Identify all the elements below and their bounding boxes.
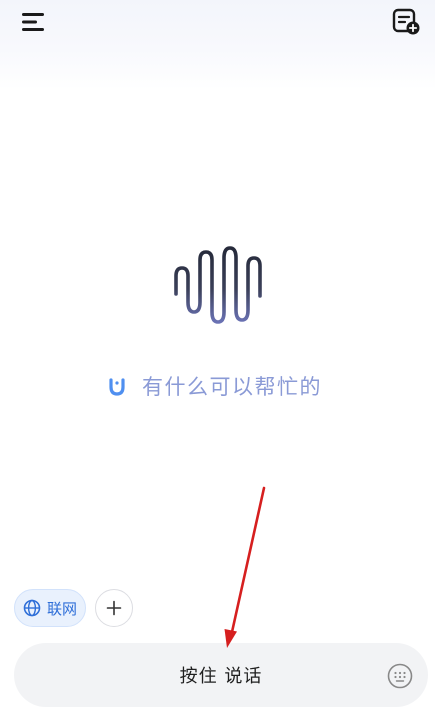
menu-button[interactable] [14,6,54,38]
web-search-chip[interactable]: 联网 [14,589,86,627]
keyboard-toggle-button[interactable] [386,662,414,690]
keyboard-icon [387,663,413,689]
prompt-row: 有什么可以帮忙的 [104,368,364,404]
plus-icon [106,600,122,616]
globe-icon [23,599,41,617]
new-chat-button[interactable] [386,4,426,40]
hamburger-menu-icon [22,13,44,31]
listening-mic-icon [104,373,130,399]
hold-to-talk-button[interactable]: 按住 说话 [14,643,428,707]
header-background [0,0,435,90]
web-search-label: 联网 [46,599,77,618]
hold-to-talk-label: 按住 说话 [179,666,263,687]
sound-wave-logo-icon [174,246,262,324]
add-attachment-button[interactable] [95,589,133,627]
new-chat-icon [392,8,420,35]
prompt-text: 有什么可以帮忙的 [142,375,322,399]
